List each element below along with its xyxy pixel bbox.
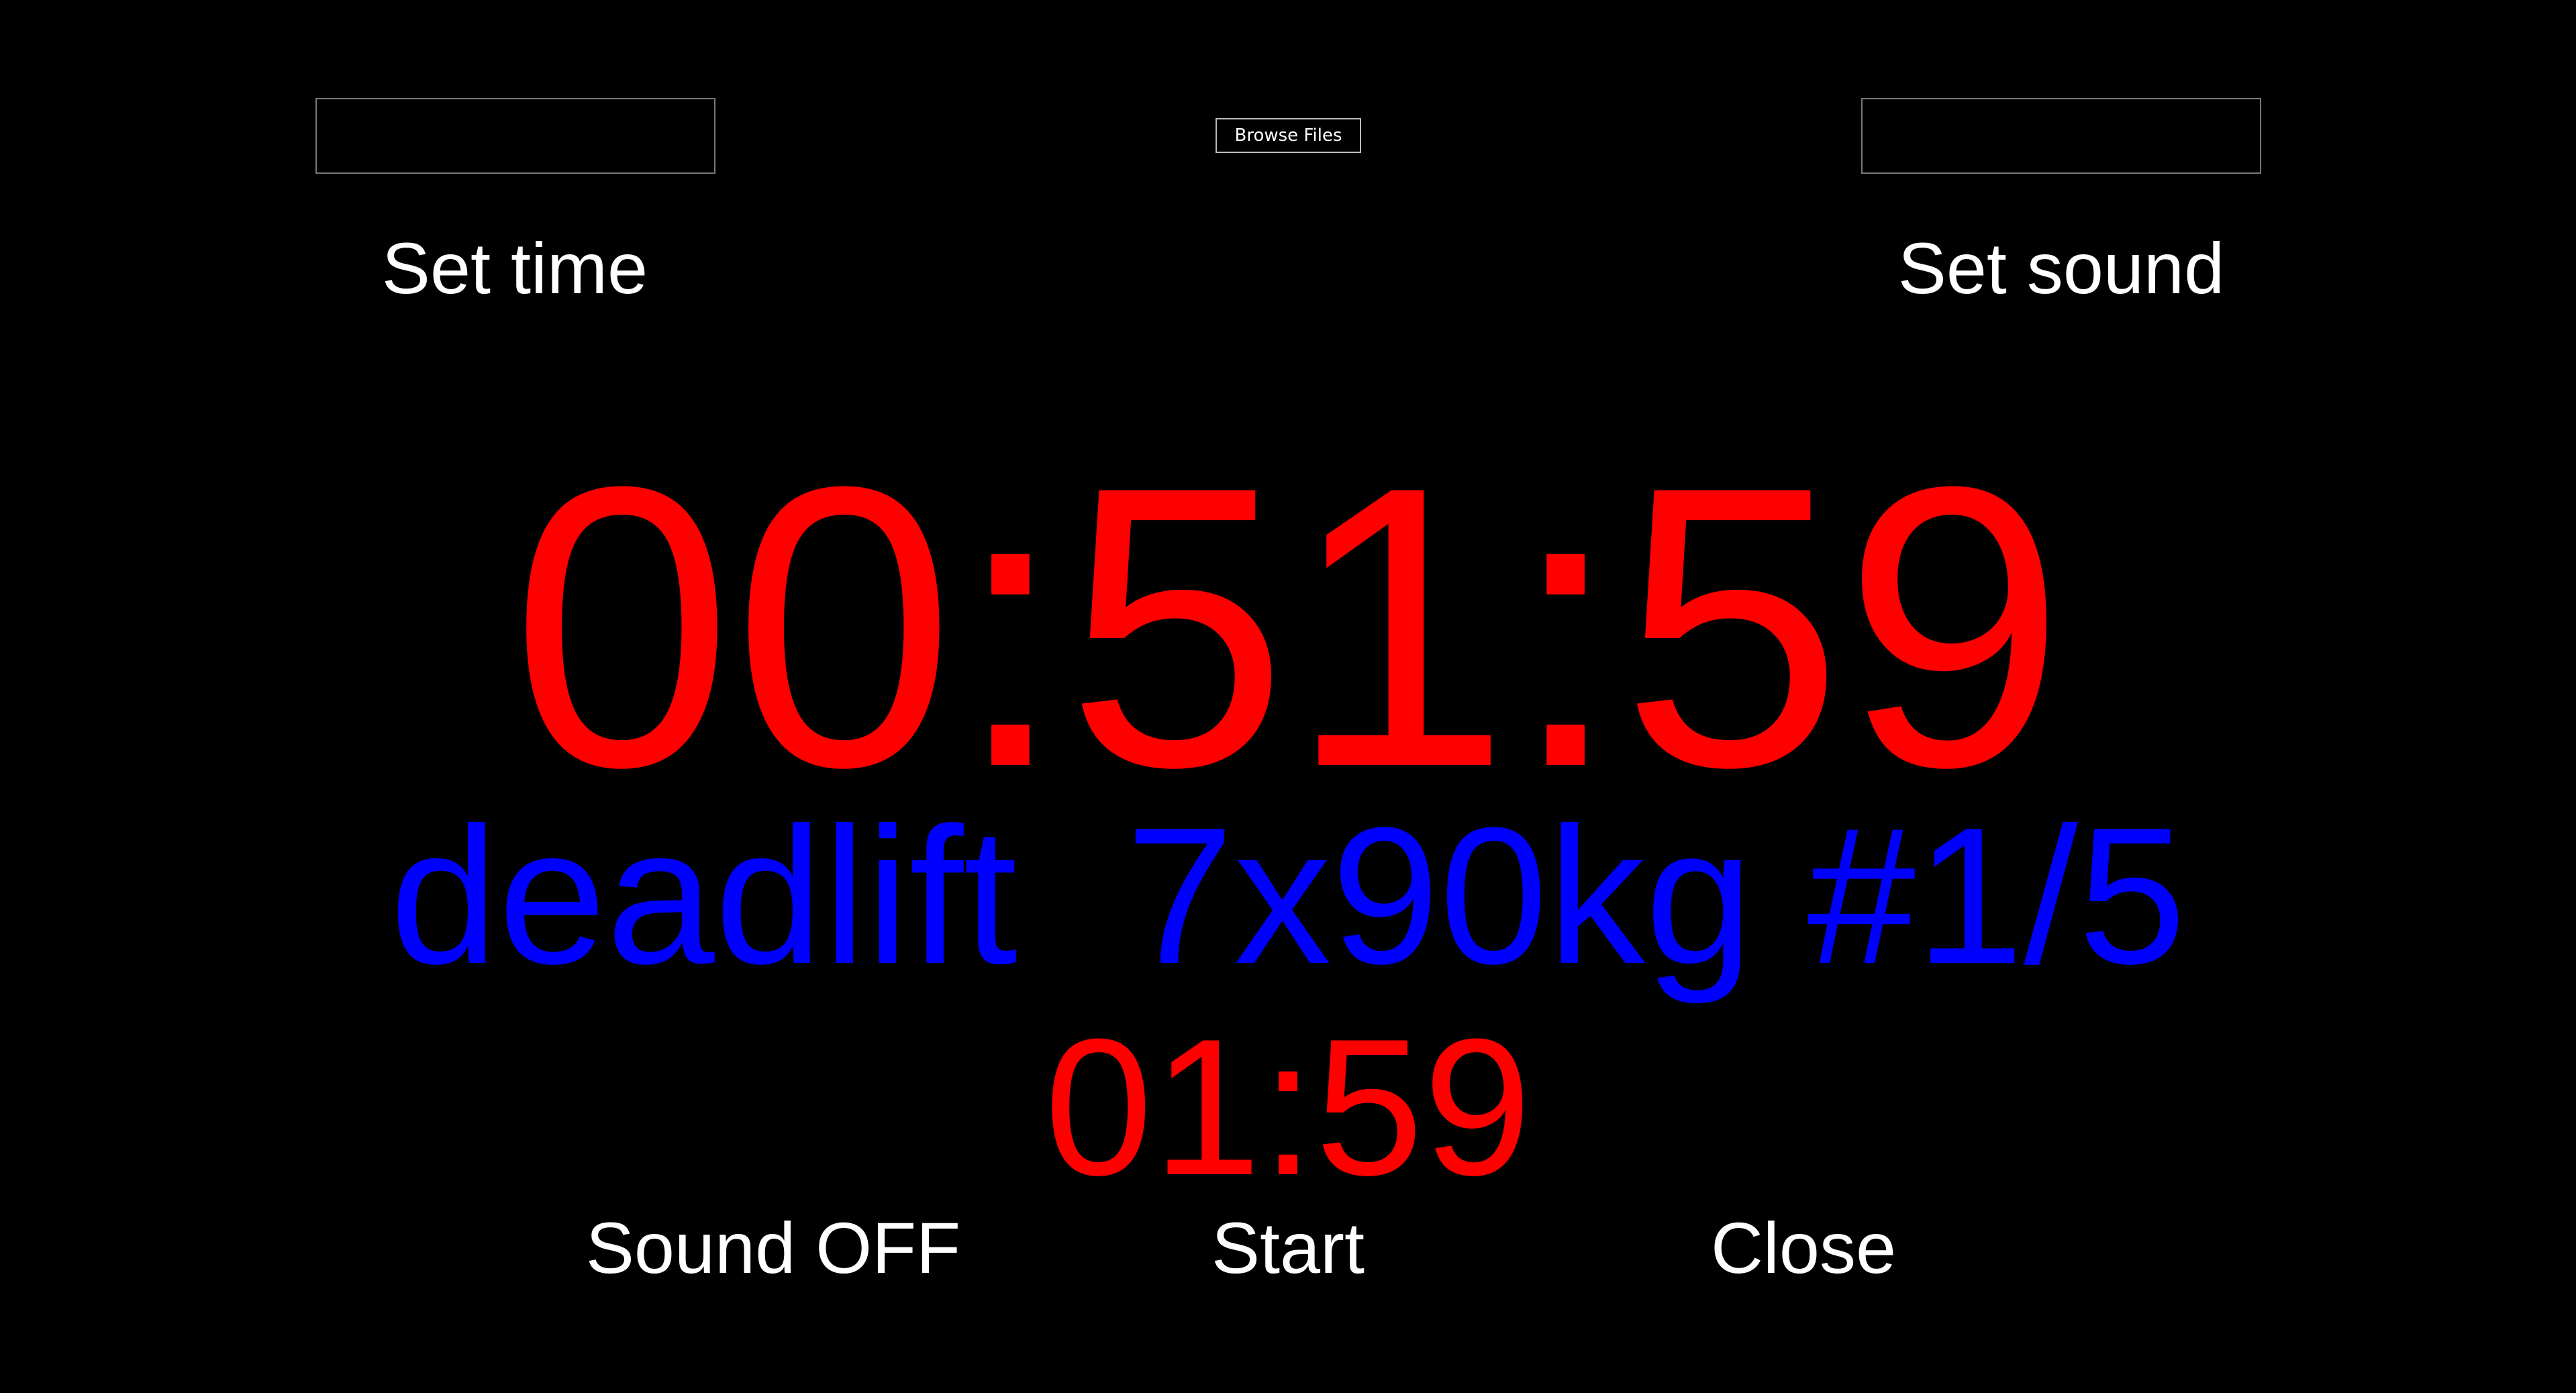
time-input[interactable] (315, 98, 715, 174)
sound-toggle-button[interactable]: Sound OFF (505, 1196, 1042, 1300)
rest-timer-display: 01:59 (1044, 998, 1532, 1216)
start-button[interactable]: Start (1020, 1196, 1556, 1300)
browse-files-button[interactable]: Browse Files (1216, 118, 1361, 153)
set-time-button[interactable]: Set time (246, 216, 783, 321)
sound-input[interactable] (1861, 98, 2261, 174)
set-sound-button[interactable]: Set sound (1793, 216, 2330, 321)
exercise-label: deadlift 7x90kg #1/5 (389, 787, 2187, 1004)
close-button[interactable]: Close (1535, 1196, 2072, 1300)
